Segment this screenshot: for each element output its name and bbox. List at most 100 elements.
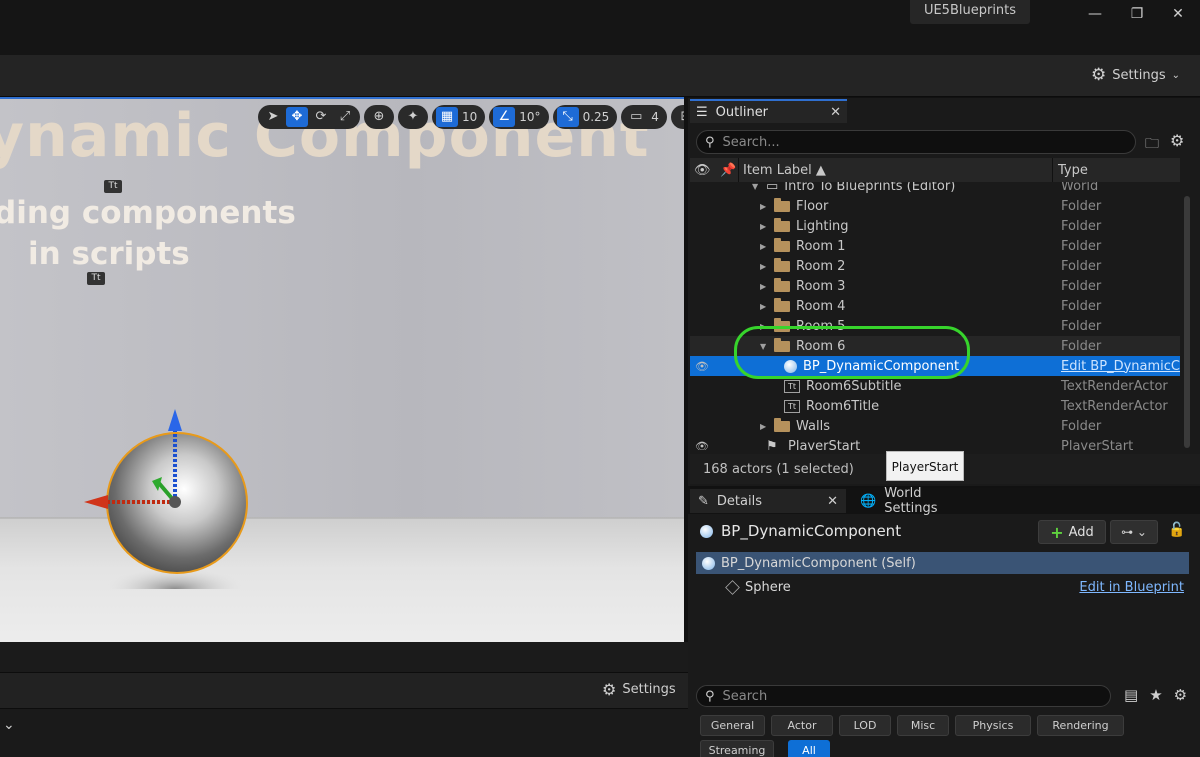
outliner-row[interactable]: ▶ Floor Folder bbox=[690, 196, 1180, 216]
outliner-row-content: ▶ Lighting bbox=[760, 217, 849, 234]
toolbar-settings-button[interactable]: ⚙ Settings ⌄ bbox=[1091, 64, 1180, 86]
tab-details[interactable]: ✎ Details ✕ bbox=[690, 489, 846, 513]
bottom-settings-label: Settings bbox=[622, 682, 676, 697]
favorite-star-icon[interactable]: ★ bbox=[1149, 686, 1162, 704]
bottom-toolbar bbox=[0, 672, 688, 708]
outliner-row[interactable]: ▶ Room 2 Folder bbox=[690, 256, 1180, 276]
text-render-icon[interactable]: Tt bbox=[104, 180, 122, 193]
expand-right-icon[interactable]: ▶ bbox=[760, 422, 768, 431]
outliner-icon: ☰ bbox=[696, 104, 708, 120]
bottom-settings-button[interactable]: ⚙ Settings bbox=[602, 680, 676, 699]
expand-right-icon[interactable]: ▶ bbox=[760, 262, 768, 271]
layout-group: ⊞ bbox=[670, 105, 684, 129]
camera-icon[interactable]: ▭ bbox=[625, 107, 647, 127]
component-row-sphere[interactable]: Sphere Edit in Blueprint bbox=[696, 576, 1189, 598]
tab-outliner[interactable]: ☰ Outliner ✕ bbox=[690, 99, 847, 123]
world-space-icon[interactable]: ⊕ bbox=[368, 107, 390, 127]
plus-icon: + bbox=[1050, 522, 1064, 542]
minimize-button[interactable]: — bbox=[1081, 4, 1109, 24]
column-item-label[interactable]: Item Label ▲ bbox=[743, 163, 826, 178]
gear-icon[interactable]: ⚙ bbox=[1170, 131, 1184, 150]
transform-tools: ➤ ✥ ⟳ ⤢ bbox=[258, 105, 360, 129]
scale-snap-value[interactable]: 0.25 bbox=[581, 110, 614, 124]
expand-right-icon[interactable]: ▶ bbox=[760, 302, 768, 311]
component-row-self[interactable]: BP_DynamicComponent (Self) bbox=[696, 552, 1189, 574]
close-icon[interactable]: ✕ bbox=[830, 105, 841, 120]
filter-button-streaming[interactable]: Streaming bbox=[700, 740, 774, 757]
maximize-button[interactable]: ❐ bbox=[1123, 4, 1151, 24]
tooltip: PlayerStart bbox=[886, 451, 964, 481]
filter-button-general[interactable]: General bbox=[700, 715, 765, 736]
camera-speed-value[interactable]: 4 bbox=[649, 110, 663, 124]
close-icon[interactable]: ✕ bbox=[827, 494, 838, 509]
translate-tool-icon[interactable]: ✥ bbox=[286, 107, 308, 127]
chevron-down-icon[interactable]: ⌄ bbox=[3, 717, 15, 733]
outliner-row[interactable]: Tt Room6Subtitle TextRenderActor bbox=[690, 376, 1180, 396]
column-type[interactable]: Type bbox=[1058, 163, 1088, 178]
edit-in-blueprint-link[interactable]: Edit in Blueprint bbox=[1079, 580, 1184, 595]
visibility-eye-icon[interactable]: 👁 bbox=[694, 360, 710, 373]
filter-button-physics[interactable]: Physics bbox=[955, 715, 1031, 736]
filter-button-misc[interactable]: Misc bbox=[897, 715, 949, 736]
visibility-column-icon[interactable]: 👁 bbox=[694, 163, 711, 178]
viewport-layout-icon[interactable]: ⊞ bbox=[675, 107, 684, 127]
blueprint-options-button[interactable]: ⊶ ⌄ bbox=[1110, 520, 1158, 544]
add-component-button[interactable]: + Add bbox=[1038, 520, 1106, 544]
expand-right-icon[interactable]: ▶ bbox=[760, 222, 768, 231]
level-viewport[interactable]: ynamic Component Tt ding components in s… bbox=[0, 97, 684, 642]
outliner-row[interactable]: 👁 ⚑ PlayerStart PlayerStart bbox=[690, 436, 1180, 451]
expand-down-icon[interactable]: ▼ bbox=[752, 182, 760, 191]
folder-icon bbox=[774, 417, 790, 432]
table-view-icon[interactable]: ▤ bbox=[1124, 686, 1138, 704]
rotation-snap-group: ∠ 10° bbox=[489, 105, 549, 129]
outliner-row[interactable]: ▶ Room 4 Folder bbox=[690, 296, 1180, 316]
gear-icon[interactable]: ⚙ bbox=[1174, 686, 1187, 704]
rotation-snap-icon[interactable]: ∠ bbox=[493, 107, 516, 127]
column-divider bbox=[1052, 158, 1053, 182]
grid-snap-icon[interactable]: ▦ bbox=[436, 107, 458, 127]
folder-icon bbox=[774, 257, 790, 272]
filter-button-all[interactable]: All bbox=[788, 740, 830, 757]
add-folder-icon[interactable]: 🗀 bbox=[1145, 133, 1159, 157]
outliner-row[interactable]: ▶ Room 1 Folder bbox=[690, 236, 1180, 256]
folder-icon bbox=[774, 197, 790, 212]
outliner-row[interactable]: ▶ Lighting Folder bbox=[690, 216, 1180, 236]
outliner-row-label: Room6Subtitle bbox=[806, 378, 902, 394]
details-search-input[interactable]: ⚲ Search bbox=[696, 685, 1111, 707]
details-view-options: ▤ ★ ⚙ bbox=[1124, 686, 1187, 704]
close-window-button[interactable]: ✕ bbox=[1164, 4, 1192, 24]
outliner-row-type: Folder bbox=[1061, 218, 1102, 234]
camera-speed-group: ▭ 4 bbox=[621, 105, 667, 129]
filter-button-actor[interactable]: Actor bbox=[771, 715, 833, 736]
outliner-row-label: Lighting bbox=[796, 218, 849, 234]
text-render-icon[interactable]: Tt bbox=[87, 272, 105, 285]
outliner-row[interactable]: ▼ ▭ Intro To Blueprints (Editor) World bbox=[690, 182, 1180, 196]
tab-world-settings[interactable]: 🌐 World Settings bbox=[852, 486, 972, 516]
outliner-row[interactable]: Tt Room6Title TextRenderActor bbox=[690, 396, 1180, 416]
rotate-tool-icon[interactable]: ⟳ bbox=[310, 107, 332, 127]
lock-icon[interactable]: 🔓 bbox=[1168, 522, 1185, 538]
outliner-search-input[interactable]: ⚲ Search... bbox=[696, 130, 1136, 154]
grid-snap-group: ▦ 10 bbox=[432, 105, 486, 129]
filter-button-lod[interactable]: LOD bbox=[839, 715, 891, 736]
outliner-row-type[interactable]: Edit BP_DynamicCom bbox=[1061, 359, 1180, 374]
visibility-eye-icon[interactable]: 👁 bbox=[694, 440, 710, 451]
outliner-scrollbar[interactable] bbox=[1184, 196, 1190, 448]
grid-snap-value[interactable]: 10 bbox=[460, 110, 481, 124]
expand-right-icon[interactable]: ▶ bbox=[760, 242, 768, 251]
outliner-row[interactable]: ▶ Room 3 Folder bbox=[690, 276, 1180, 296]
pin-column-icon[interactable]: 📌 bbox=[720, 163, 736, 178]
filter-button-rendering[interactable]: Rendering bbox=[1037, 715, 1124, 736]
world-icon: ▭ bbox=[766, 182, 779, 194]
details-icon: ✎ bbox=[698, 493, 709, 509]
scale-snap-icon[interactable]: ⤡ bbox=[556, 107, 579, 127]
folder-icon bbox=[774, 237, 790, 252]
surface-snap-icon[interactable]: ✦ bbox=[402, 107, 424, 127]
sphere-actor[interactable] bbox=[70, 399, 270, 589]
outliner-row[interactable]: ▶ Walls Folder bbox=[690, 416, 1180, 436]
expand-right-icon[interactable]: ▶ bbox=[760, 282, 768, 291]
scale-tool-icon[interactable]: ⤢ bbox=[334, 107, 356, 127]
expand-right-icon[interactable]: ▶ bbox=[760, 202, 768, 211]
rotation-snap-value[interactable]: 10° bbox=[517, 110, 544, 124]
select-tool-icon[interactable]: ➤ bbox=[262, 107, 284, 127]
